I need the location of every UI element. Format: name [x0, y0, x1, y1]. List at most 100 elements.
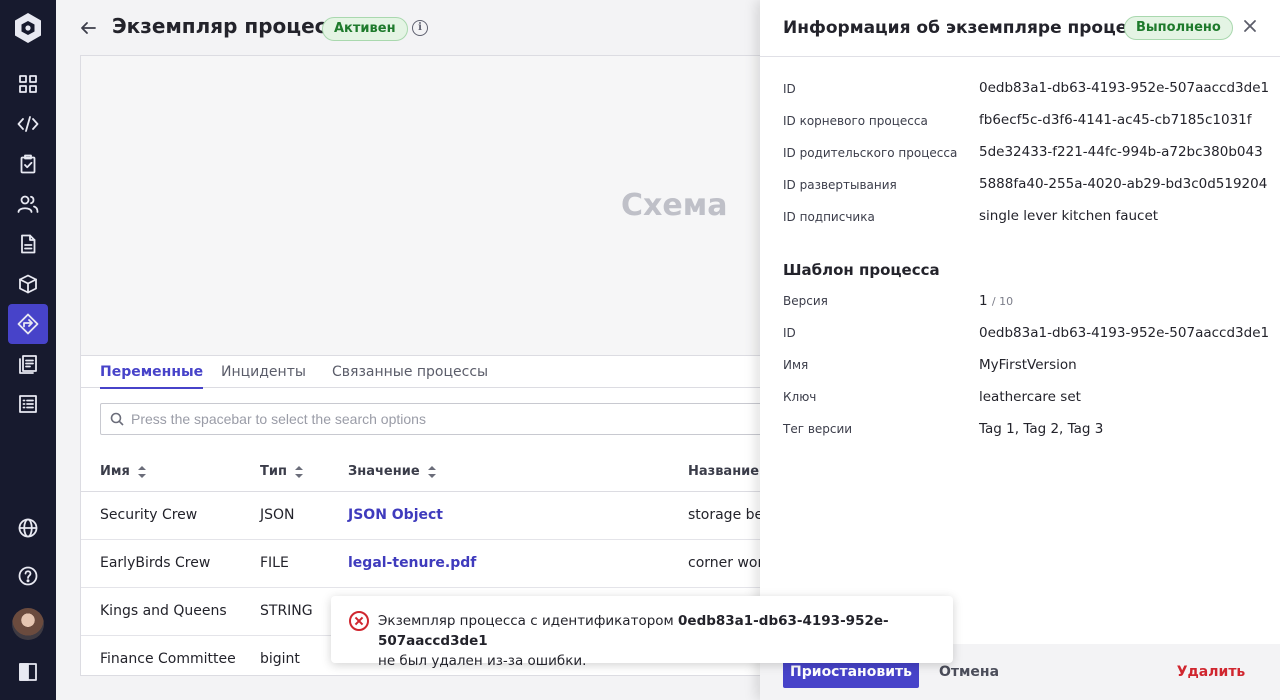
field-label-id: ID — [783, 82, 796, 96]
field-label-deployment-id: ID развертывания — [783, 178, 897, 192]
search-box — [100, 403, 761, 435]
cell-type: JSON — [260, 507, 295, 523]
search-icon — [110, 412, 124, 426]
clipboard-icon — [20, 154, 36, 174]
column-label: Значение — [348, 464, 420, 479]
panel-toggle-icon — [19, 663, 37, 681]
cell-description: corner worl — [688, 555, 761, 571]
version-number: 1 — [979, 293, 988, 309]
field-label-name: Имя — [783, 358, 809, 372]
diagram-placeholder: Схема — [621, 188, 728, 223]
app-logo-icon[interactable] — [13, 12, 43, 44]
cell-name: EarlyBirds Crew — [100, 555, 211, 571]
field-label-subscriber-id: ID подписчика — [783, 210, 875, 224]
field-value-id: 0edb83a1-db63-4193-952e-507aaccd3de1 — [979, 80, 1270, 96]
cell-description: storage ber — [688, 507, 761, 523]
cell-value-link[interactable]: JSON Object — [348, 507, 443, 523]
nav-processes[interactable] — [8, 304, 48, 344]
tab-related-processes[interactable]: Связанные процессы — [332, 364, 488, 387]
column-label: Тип — [260, 464, 287, 479]
dashboard-icon — [19, 75, 37, 93]
globe-icon — [18, 518, 38, 538]
cell-type: bigint — [260, 651, 300, 667]
table-row[interactable]: Security Crew JSON JSON Object storage b… — [81, 492, 761, 540]
avatar[interactable] — [12, 608, 44, 640]
field-value-root-id: fb6ecf5c-d3f6-4141-ac45-cb7185c1031f — [979, 112, 1252, 128]
nav-collapse[interactable] — [8, 652, 48, 692]
tab-bar: Переменные Инциденты Связанные процессы — [81, 356, 761, 389]
cell-name: Security Crew — [100, 507, 198, 523]
tab-incidents[interactable]: Инциденты — [221, 364, 306, 387]
page-title: Экземпляр процесса — [112, 14, 352, 38]
field-value-version-tag: Tag 1, Tag 2, Tag 3 — [979, 421, 1104, 437]
field-value-subscriber-id: single lever kitchen faucet — [979, 208, 1159, 224]
column-header-type[interactable]: Тип — [260, 464, 303, 479]
error-toast[interactable]: Экземпляр процесса с идентификатором 0ed… — [331, 596, 953, 669]
column-label: Название д — [688, 464, 761, 479]
column-header-name[interactable]: Имя — [100, 464, 146, 479]
tab-variables[interactable]: Переменные — [100, 364, 204, 389]
nav-help[interactable] — [8, 556, 48, 596]
toast-prefix: Экземпляр процесса с идентификатором — [378, 613, 674, 629]
nav-packages[interactable] — [8, 264, 48, 304]
users-icon — [17, 195, 39, 213]
cell-type: FILE — [260, 555, 289, 571]
page-header: Экземпляр процесса Активен i — [56, 0, 760, 56]
cell-value-link[interactable]: legal-tenure.pdf — [348, 555, 476, 571]
nav-code[interactable] — [8, 104, 48, 144]
panel-header: Информация об экземпляре процесса Выполн… — [760, 0, 1280, 57]
cell-type: STRING — [260, 603, 313, 619]
close-icon[interactable] — [1242, 18, 1258, 34]
info-icon[interactable]: i — [412, 20, 428, 36]
toast-message: Экземпляр процесса с идентификатором 0ed… — [378, 611, 938, 671]
cube-icon — [19, 274, 37, 294]
table-header: Имя Тип Значение Название д — [81, 452, 761, 492]
processes-icon — [17, 313, 39, 335]
field-value-deployment-id: 5888fa40-255a-4020-ab29-bd3c0d519204 — [979, 176, 1268, 192]
process-instance-card: Схема Переменные Инциденты Связанные про… — [80, 55, 780, 676]
toast-suffix: не был удален из-за ошибки. — [378, 653, 587, 669]
nav-documents[interactable] — [8, 224, 48, 264]
nav-tasks[interactable] — [8, 144, 48, 184]
template-section-title: Шаблон процесса — [783, 261, 940, 279]
panel-title: Информация об экземпляре процесса — [783, 18, 1159, 38]
field-label-version: Версия — [783, 294, 828, 308]
cell-name: Kings and Queens — [100, 603, 227, 619]
error-icon — [349, 611, 369, 631]
column-label: Имя — [100, 464, 130, 479]
nav-list[interactable] — [8, 384, 48, 424]
column-header-value[interactable]: Значение — [348, 464, 436, 479]
field-label-key: Ключ — [783, 390, 817, 404]
help-icon — [18, 566, 38, 586]
field-value-template-id: 0edb83a1-db63-4193-952e-507aaccd3de1 — [979, 325, 1270, 341]
nav-dashboard[interactable] — [8, 64, 48, 104]
field-value-version: 1 / 10 — [979, 293, 1013, 309]
search-input[interactable] — [131, 409, 731, 429]
field-label-root-id: ID корневого процесса — [783, 114, 928, 128]
list-icon — [19, 395, 37, 413]
field-value-name: MyFirstVersion — [979, 357, 1077, 373]
sort-icon — [427, 465, 436, 478]
sort-icon — [137, 465, 146, 478]
document-icon — [21, 234, 36, 254]
delete-button[interactable]: Удалить — [1170, 656, 1252, 688]
cell-name: Finance Committee — [100, 651, 236, 667]
status-badge: Выполнено — [1124, 16, 1233, 40]
field-label-template-id: ID — [783, 326, 796, 340]
nav-language[interactable] — [8, 508, 48, 548]
log-icon — [19, 355, 37, 374]
column-header-description[interactable]: Название д — [688, 464, 761, 479]
field-value-key: leathercare set — [979, 389, 1081, 405]
status-badge: Активен — [322, 17, 408, 41]
sidebar-nav — [0, 0, 56, 700]
sort-icon — [294, 465, 303, 478]
back-arrow-icon[interactable] — [78, 18, 98, 38]
nav-users[interactable] — [8, 184, 48, 224]
version-total: / 10 — [991, 295, 1014, 308]
code-icon — [17, 116, 39, 132]
field-label-parent-id: ID родительского процесса — [783, 146, 958, 160]
field-value-parent-id: 5de32433-f221-44fc-994b-a72bc380b043 — [979, 144, 1263, 160]
nav-logs[interactable] — [8, 344, 48, 384]
table-row[interactable]: EarlyBirds Crew FILE legal-tenure.pdf co… — [81, 540, 761, 588]
diagram-area[interactable]: Схема — [81, 56, 761, 356]
